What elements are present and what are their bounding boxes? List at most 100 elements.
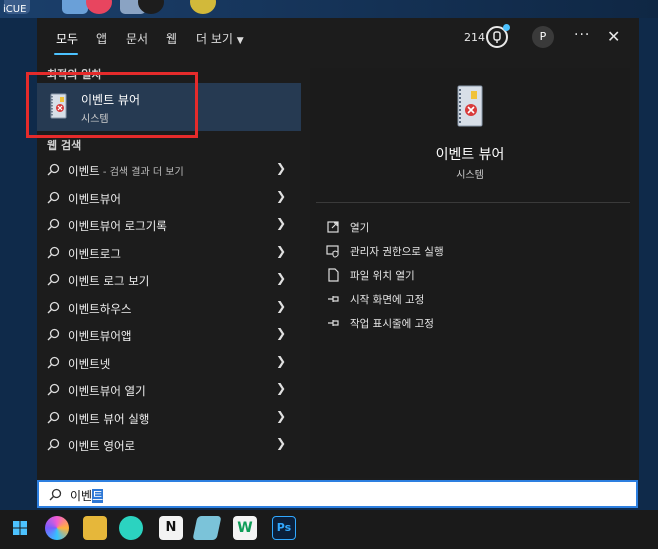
web-search-item-8[interactable]: 이벤트뷰어 열기 ❯ (37, 377, 302, 403)
search-query-composing: 트 (92, 489, 104, 503)
chevron-right-icon: ❯ (276, 381, 287, 395)
web-search-item-2[interactable]: 이벤트뷰어 로그기록 ❯ (37, 212, 302, 238)
web-search-label: 이벤트뷰어앱 (68, 329, 132, 343)
search-icon (47, 411, 60, 424)
close-icon[interactable]: ✕ (607, 27, 620, 46)
web-search-label: 이벤트로그 (68, 247, 121, 261)
search-icon (47, 163, 60, 176)
web-search-label: 이벤트 로그 보기 (68, 274, 150, 288)
search-icon (47, 246, 60, 259)
detail-title: 이벤트 뷰어 (435, 147, 505, 163)
start-search-panel: 모두 앱 문서 웹 더 보기 ▼ 214 P ··· ✕ 최적의 일치 이벤트 … (26, 18, 639, 480)
tab-web[interactable]: 웹 (166, 30, 177, 47)
desktop-strip: iCUE (0, 0, 658, 18)
action-label: 관리자 권한으로 실행 (350, 246, 444, 258)
web-search-item-7[interactable]: 이벤트넷 ❯ (37, 350, 302, 376)
more-options-icon[interactable]: ··· (574, 27, 590, 43)
rewards-points: 214 (464, 31, 485, 44)
web-search-item-9[interactable]: 이벤트 뷰어 실행 ❯ (37, 405, 302, 431)
search-icon (49, 488, 62, 501)
app-icon-2[interactable] (192, 516, 222, 540)
desktop-app-icon-4[interactable] (190, 0, 216, 14)
search-query: 이벤트 (70, 487, 104, 504)
search-icon (47, 356, 60, 369)
active-tab-indicator (54, 53, 78, 55)
web-search-item-10[interactable]: 이벤트 영어로 ❯ (37, 432, 302, 458)
desktop-app-icon-2[interactable] (86, 0, 112, 14)
web-search-item-6[interactable]: 이벤트뷰어앱 ❯ (37, 322, 302, 348)
chevron-right-icon: ❯ (276, 354, 287, 368)
app-icon[interactable] (119, 516, 143, 540)
search-icon (47, 301, 60, 314)
web-search-label: 이벤트뷰어 로그기록 (68, 219, 167, 233)
search-icon (47, 273, 60, 286)
action-run-as-admin[interactable]: 관리자 권한으로 실행 (326, 242, 606, 262)
event-viewer-icon-large (457, 85, 483, 127)
action-label: 열기 (350, 222, 370, 234)
copilot-icon[interactable] (45, 516, 69, 540)
photoshop-icon[interactable]: Ps (272, 516, 296, 540)
search-query-typed: 이벤 (70, 489, 93, 503)
avatar[interactable]: P (532, 26, 554, 48)
file-location-icon (328, 268, 339, 282)
chevron-right-icon: ❯ (276, 326, 287, 340)
rewards-icon[interactable] (486, 24, 510, 48)
action-label: 작업 표시줄에 고정 (350, 318, 434, 330)
action-open-file-location[interactable]: 파일 위치 열기 (326, 266, 606, 286)
tab-apps[interactable]: 앱 (96, 30, 107, 47)
windows-start-icon[interactable] (8, 516, 32, 540)
pin-taskbar-icon (328, 320, 339, 326)
search-icon (47, 328, 60, 341)
web-search-heading: 웹 검색 (47, 139, 82, 152)
chevron-right-icon: ❯ (276, 436, 287, 450)
tab-documents[interactable]: 문서 (126, 30, 148, 47)
web-search-item-3[interactable]: 이벤트로그 ❯ (37, 240, 302, 266)
search-input[interactable]: 이벤트 (37, 480, 638, 508)
search-icon (47, 218, 60, 231)
web-search-label: 이벤트하우스 (68, 302, 132, 316)
action-pin-to-start[interactable]: 시작 화면에 고정 (326, 290, 606, 310)
tab-all[interactable]: 모두 (56, 30, 78, 47)
detail-pane: 이벤트 뷰어 시스템 열기 관리자 권한으로 실행 파일 위치 열기 시작 화면… (310, 68, 630, 478)
web-search-item-0[interactable]: 이벤트 - 검색 결과 더 보기 ❯ (37, 157, 302, 183)
chevron-down-icon: ▼ (236, 36, 244, 46)
web-search-label: 이벤트 (68, 164, 100, 178)
chevron-right-icon: ❯ (276, 299, 287, 313)
web-search-item-1[interactable]: 이벤트뷰어 ❯ (37, 185, 302, 211)
annotation-highlight-box (26, 72, 198, 138)
results-list: 최적의 일치 이벤트 뷰어 시스템 웹 검색 이벤트 - 검색 결과 더 보기 … (26, 60, 302, 470)
notion-icon[interactable]: N (159, 516, 183, 540)
chevron-right-icon: ❯ (276, 271, 287, 285)
pin-icon (328, 296, 339, 302)
desktop-shortcut-icon[interactable] (62, 0, 88, 14)
web-search-label: 이벤트뷰어 (68, 192, 121, 206)
divider (316, 202, 630, 203)
taskbar: N W Ps (0, 510, 658, 549)
web-search-label: 이벤트 뷰어 실행 (68, 412, 150, 426)
file-explorer-icon[interactable] (83, 516, 107, 540)
web-search-item-4[interactable]: 이벤트 로그 보기 ❯ (37, 267, 302, 293)
chevron-right-icon: ❯ (276, 216, 287, 230)
open-icon (327, 221, 339, 233)
desktop-icon-label: iCUE (3, 4, 27, 15)
shield-run-icon (326, 245, 339, 258)
detail-subtitle: 시스템 (456, 170, 484, 181)
action-open[interactable]: 열기 (326, 218, 606, 238)
search-icon (47, 383, 60, 396)
word-app-icon[interactable]: W (233, 516, 257, 540)
action-pin-to-taskbar[interactable]: 작업 표시줄에 고정 (326, 314, 606, 334)
notification-dot (503, 24, 510, 31)
search-icon (47, 438, 60, 451)
chevron-right-icon: ❯ (276, 161, 287, 175)
search-icon (47, 191, 60, 204)
web-search-label: 이벤트 영어로 (68, 439, 136, 453)
tab-more[interactable]: 더 보기 ▼ (196, 30, 244, 47)
action-label: 파일 위치 열기 (350, 270, 415, 282)
filter-tabs: 모두 앱 문서 웹 더 보기 ▼ 214 P ··· ✕ (37, 18, 639, 60)
web-search-item-5[interactable]: 이벤트하우스 ❯ (37, 295, 302, 321)
chevron-right-icon: ❯ (276, 409, 287, 423)
tab-more-label: 더 보기 (196, 32, 233, 46)
action-label: 시작 화면에 고정 (350, 294, 425, 306)
web-search-label: 이벤트넷 (68, 357, 111, 371)
web-search-label: 이벤트뷰어 열기 (68, 384, 146, 398)
